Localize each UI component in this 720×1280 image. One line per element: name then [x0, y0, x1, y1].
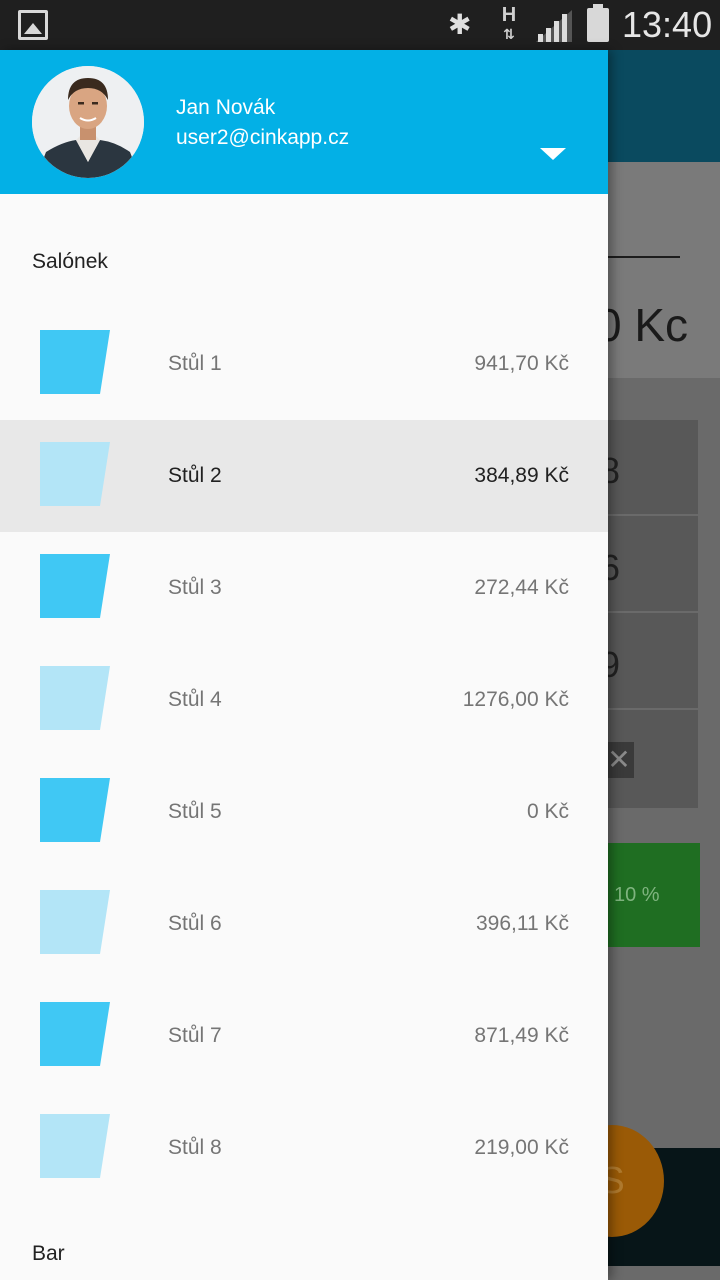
table-amount: 219,00 Kč: [474, 1136, 569, 1159]
table-label: Stůl 1: [168, 352, 222, 375]
table-amount: 1276,00 Kč: [462, 688, 569, 711]
user-name: Jan Novák: [176, 96, 276, 119]
clock: 13:40: [622, 4, 713, 45]
table-icon: [40, 554, 110, 618]
table-icon: [40, 1114, 110, 1178]
table-row[interactable]: Stůl 4 1276,00 Kč: [0, 644, 608, 756]
table-amount: 941,70 Kč: [474, 352, 569, 375]
navigation-drawer: Jan Novák user2@cinkapp.cz Salónek Stůl …: [0, 50, 608, 1280]
table-amount: 384,89 Kč: [474, 464, 569, 487]
table-amount: 396,11 Kč: [475, 912, 569, 935]
table-label: Stůl 6: [168, 912, 222, 935]
background-close-icon: ✕: [604, 742, 634, 778]
signal-icon: [536, 10, 572, 42]
background-discount-button: 10 %: [600, 843, 700, 947]
background-total-amount: 0 Kc: [596, 299, 689, 351]
table-row[interactable]: Stůl 2 384,89 Kč: [0, 420, 608, 532]
table-row[interactable]: Stůl 3 272,44 Kč: [0, 532, 608, 644]
user-email: user2@cinkapp.cz: [176, 126, 350, 149]
table-icon: [40, 666, 110, 730]
table-icon: [40, 330, 110, 394]
table-row[interactable]: Stůl 1 941,70 Kč: [0, 308, 608, 420]
background-divider: [600, 256, 680, 258]
table-label: Stůl 2: [168, 464, 222, 487]
background-row: 9: [600, 614, 698, 710]
gallery-notification-icon: [18, 10, 48, 40]
table-label: Stůl 4: [168, 688, 222, 711]
table-icon: [40, 890, 110, 954]
section-header-salonek: Salónek: [32, 250, 108, 273]
table-row[interactable]: Stůl 8 219,00 Kč: [0, 1092, 608, 1204]
avatar[interactable]: [32, 66, 144, 178]
table-label: Stůl 8: [168, 1136, 222, 1159]
table-label: Stůl 3: [168, 576, 222, 599]
table-row[interactable]: Stůl 5 0 Kč: [0, 756, 608, 868]
bluetooth-icon: ✱: [448, 9, 472, 40]
table-label: Stůl 5: [168, 800, 222, 823]
table-row[interactable]: Stůl 6 396,11 Kč: [0, 868, 608, 980]
status-bar: ✱ H ⇅ 13:40: [0, 0, 720, 50]
section-header-bar: Bar: [32, 1242, 65, 1265]
table-amount: 272,44 Kč: [474, 576, 569, 599]
drawer-header: Jan Novák user2@cinkapp.cz: [0, 50, 608, 194]
table-amount: 0 Kč: [526, 800, 569, 823]
network-type-icon: H ⇅: [501, 4, 517, 42]
table-row[interactable]: Stůl 7 871,49 Kč: [0, 980, 608, 1092]
table-icon: [40, 778, 110, 842]
chevron-down-icon[interactable]: [540, 148, 566, 162]
battery-icon: [587, 4, 609, 42]
table-amount: 871,49 Kč: [474, 1024, 569, 1047]
background-row: 8: [600, 420, 698, 516]
table-icon: [40, 1002, 110, 1066]
background-row: 6: [600, 517, 698, 613]
table-label: Stůl 7: [168, 1024, 222, 1047]
avatar-image: [32, 66, 144, 178]
table-icon: [40, 442, 110, 506]
